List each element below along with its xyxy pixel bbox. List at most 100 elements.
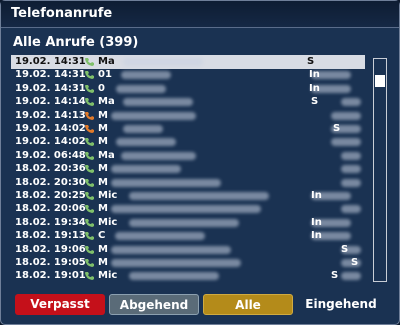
redacted-text [341, 151, 361, 160]
call-timestamp: 19.02. 14:02 [15, 136, 86, 148]
call-row[interactable]: 19.02. 14:02 M S [11, 122, 365, 136]
redacted-text [111, 259, 241, 267]
title-bar: Telefonanrufe [1, 1, 399, 28]
call-row[interactable]: 18.02. 19:06 M S [11, 243, 365, 257]
call-type: S [311, 96, 319, 108]
call-type: In [311, 230, 322, 242]
call-row[interactable]: 18.02. 20:06 M [11, 202, 365, 216]
call-row[interactable]: 18.02. 19:01 Mic S [11, 269, 365, 283]
redacted-text [123, 58, 203, 66]
incoming-call-icon [84, 164, 95, 174]
caller-name: M [98, 109, 108, 121]
caller-name: Ma [98, 96, 115, 108]
call-type: In [311, 190, 322, 201]
incoming-call-icon [84, 70, 95, 80]
caller-name: Ma [98, 56, 115, 67]
redacted-text [111, 205, 261, 214]
window-title: Telefonanrufe [11, 6, 113, 21]
redacted-text [111, 178, 221, 187]
call-row[interactable]: 19.02. 14:31 01 In [11, 68, 365, 82]
redacted-text [129, 272, 219, 281]
incoming-call-icon [84, 245, 95, 255]
call-row[interactable]: 18.02. 19:13 C In [11, 229, 365, 243]
incoming-call-icon [84, 151, 95, 161]
call-timestamp: 19.02. 14:02 [15, 123, 86, 134]
missed-call-icon [84, 111, 95, 121]
caller-name: M [98, 257, 108, 268]
redacted-text [331, 138, 361, 147]
incoming-call-icon [84, 191, 95, 201]
call-timestamp: 19.02. 14:13 [15, 109, 86, 121]
call-timestamp: 19.02. 06:48 [15, 149, 86, 161]
caller-name: M [98, 123, 108, 134]
redacted-text [341, 165, 361, 174]
redacted-text [116, 138, 176, 147]
call-type: S [341, 243, 349, 255]
call-row[interactable]: 19.02. 06:48 Ma [11, 149, 365, 163]
call-type: In [309, 82, 320, 94]
incoming-call-icon [84, 204, 95, 214]
redacted-text [129, 218, 239, 227]
incoming-button[interactable]: Eingehend [301, 294, 381, 315]
all-button[interactable]: Alle [203, 294, 293, 315]
redacted-text [341, 272, 361, 281]
call-timestamp: 19.02. 14:14 [15, 96, 86, 108]
call-row[interactable]: 19.02. 14:13 M [11, 109, 365, 123]
redacted-text [111, 165, 181, 174]
scrollbar[interactable] [373, 58, 387, 282]
call-timestamp: 18.02. 19:13 [15, 230, 86, 242]
call-timestamp: 18.02. 20:30 [15, 176, 86, 188]
call-row[interactable]: 19.02. 14:31 Ma S [11, 55, 365, 69]
redacted-text [115, 232, 205, 241]
call-row[interactable]: 18.02. 20:30 M [11, 176, 365, 190]
call-type: In [309, 69, 320, 81]
call-row[interactable]: 18.02. 20:36 M [11, 162, 365, 176]
scrollbar-thumb[interactable] [375, 75, 385, 87]
call-type: S [333, 123, 341, 134]
caller-name: Mic [98, 190, 118, 201]
incoming-call-icon [84, 258, 95, 268]
call-timestamp: 19.02. 14:31 [15, 82, 86, 94]
incoming-call-icon [84, 97, 95, 107]
incoming-call-icon [84, 178, 95, 188]
outgoing-button[interactable]: Abgehend [109, 294, 199, 315]
incoming-call-icon [84, 57, 95, 67]
call-type: In [311, 216, 322, 228]
call-row[interactable]: 19.02. 14:31 0 In [11, 82, 365, 96]
call-timestamp: 19.02. 14:31 [15, 69, 86, 81]
redacted-text [129, 192, 269, 200]
call-type: S [331, 270, 339, 282]
caller-name: Ma [98, 149, 115, 161]
missed-call-icon [84, 124, 95, 134]
call-row[interactable]: 18.02. 19:34 Mic In [11, 216, 365, 230]
redacted-text [121, 151, 196, 160]
call-row[interactable]: 19.02. 14:02 M [11, 135, 365, 149]
call-type: S [351, 257, 359, 268]
call-timestamp: 18.02. 20:25 [15, 190, 86, 201]
call-timestamp: 18.02. 20:36 [15, 163, 86, 175]
redacted-text [111, 111, 196, 120]
caller-name: M [98, 136, 108, 148]
incoming-call-icon [84, 218, 95, 228]
redacted-text [116, 84, 166, 93]
call-timestamp: 18.02. 19:34 [15, 216, 86, 228]
caller-name: Mic [98, 216, 118, 228]
redacted-text [111, 245, 231, 254]
caller-name: 0 [98, 82, 105, 94]
call-row[interactable]: 18.02. 20:25 Mic In [11, 189, 365, 203]
call-list[interactable]: 19.02. 14:31 Ma S 19.02. 14:31 01 In 19.02. 14… [11, 55, 365, 283]
missed-button[interactable]: Verpasst [15, 294, 105, 315]
redacted-text [341, 178, 361, 187]
call-row[interactable]: 18.02. 19:05 M S [11, 256, 365, 270]
caller-name: C [98, 230, 106, 242]
redacted-text [123, 98, 193, 107]
caller-name: M [98, 203, 108, 215]
incoming-call-icon [84, 84, 95, 94]
call-type: S [307, 56, 315, 67]
redacted-text [121, 71, 171, 80]
call-row[interactable]: 19.02. 14:14 Ma S [11, 95, 365, 109]
caller-name: 01 [98, 69, 112, 81]
list-header: Alle Anrufe (399) [13, 35, 139, 50]
call-timestamp: 18.02. 19:06 [15, 243, 86, 255]
caller-name: Mic [98, 270, 118, 282]
